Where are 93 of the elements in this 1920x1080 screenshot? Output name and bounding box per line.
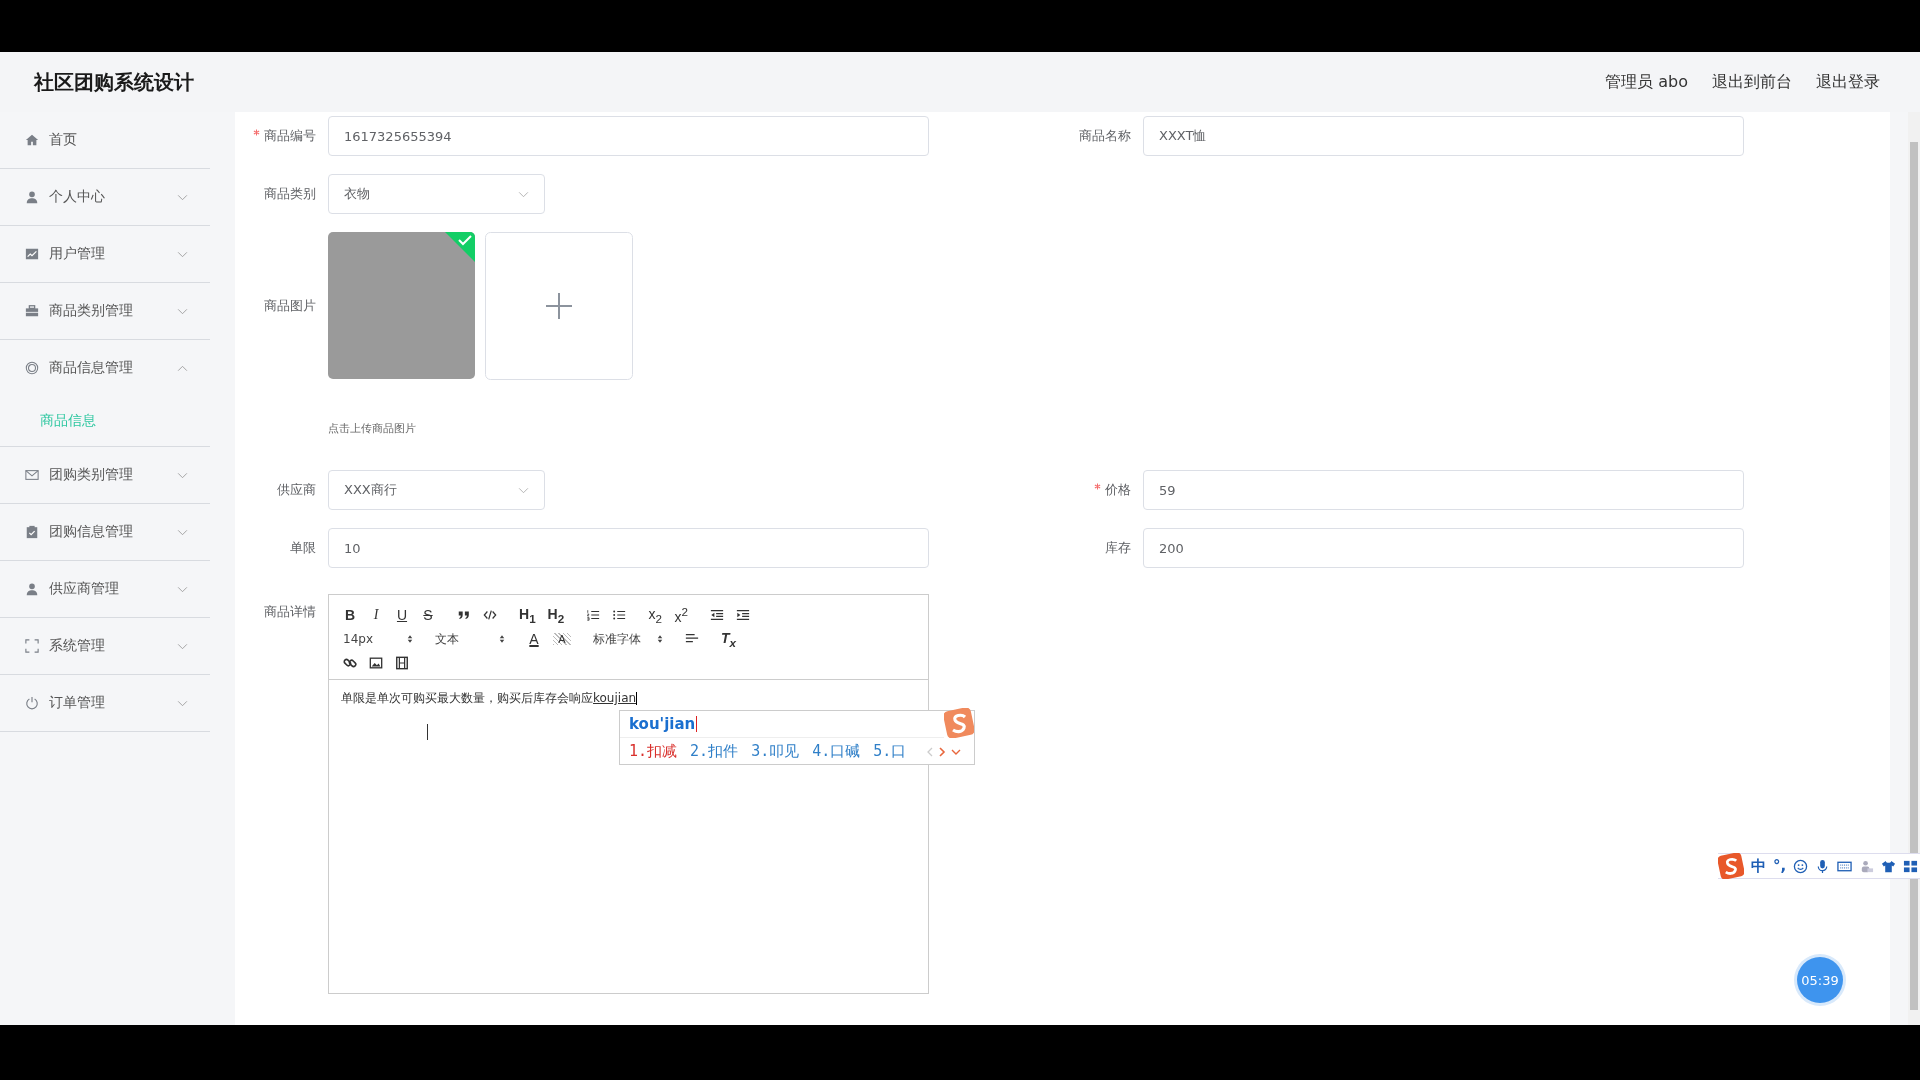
toolbar-select[interactable]: 14px xyxy=(343,632,413,646)
clean-button[interactable]: T$_{x}$ xyxy=(721,629,737,649)
select-field[interactable]: XXX商行 xyxy=(328,470,545,510)
app-title: 社区团购系统设计 xyxy=(34,68,194,96)
scrollbar[interactable] xyxy=(1908,112,1920,1025)
sidebar-item[interactable]: 首页 xyxy=(0,112,210,169)
code-icon[interactable] xyxy=(483,608,497,622)
underline-button[interactable]: U xyxy=(395,607,409,623)
indent-icon[interactable] xyxy=(736,608,751,622)
text-field[interactable]: XXXT恤 xyxy=(1143,116,1744,156)
chevron-down-icon xyxy=(177,250,188,258)
bold-button[interactable]: B xyxy=(343,607,357,623)
home-icon xyxy=(25,133,39,147)
h1-button[interactable]: H$_{1}$ xyxy=(519,605,536,625)
ring-icon xyxy=(25,361,39,375)
briefcase-icon xyxy=(25,304,39,318)
chevron-down-icon xyxy=(177,471,188,479)
strike-button[interactable]: S xyxy=(421,607,435,623)
text-field[interactable]: 10 xyxy=(328,528,929,568)
bullet-list-icon[interactable] xyxy=(612,608,627,622)
required-icon xyxy=(253,129,260,136)
chevron-up-icon xyxy=(177,364,188,372)
toolbar-select[interactable]: 文本 xyxy=(435,630,505,648)
user-icon xyxy=(25,190,39,204)
ime-mode[interactable]: 中 xyxy=(1751,856,1766,876)
chevron-down-icon xyxy=(177,642,188,650)
field-label: 商品名称 xyxy=(1078,127,1132,145)
sidebar-item[interactable]: 团购信息管理 xyxy=(0,504,210,561)
film-icon[interactable] xyxy=(395,656,409,670)
smiley-icon[interactable] xyxy=(1793,858,1809,874)
sub-button[interactable]: x$_{2}$ xyxy=(648,605,663,625)
sup-button[interactable]: x$^{2}$ xyxy=(674,605,689,625)
ime-candidate[interactable]: 5.口 xyxy=(873,742,907,761)
sidebar-item[interactable]: 商品信息管理 xyxy=(0,340,210,396)
chevron-down-icon xyxy=(518,190,529,198)
chevron-down-icon xyxy=(177,585,188,593)
sidebar-item[interactable]: 用户管理 xyxy=(0,226,210,283)
sidebar-item[interactable]: 个人中心 xyxy=(0,169,210,226)
ime-candidate[interactable]: 3.叩见 xyxy=(751,742,800,761)
header-link[interactable]: 退出到前台 xyxy=(1712,71,1792,93)
field-label: 商品图片 xyxy=(263,297,317,315)
up-down-icon xyxy=(657,634,663,644)
background-button[interactable]: A xyxy=(553,633,571,645)
ime-candidate[interactable]: 4.口碱 xyxy=(812,742,861,761)
chevron-down-icon xyxy=(177,699,188,707)
text-field[interactable]: 1617325655394 xyxy=(328,116,929,156)
field-label: 商品编号 xyxy=(235,116,328,156)
sidebar-item[interactable]: 系统管理 xyxy=(0,618,210,675)
chevron-down-icon xyxy=(177,307,188,315)
chevron-down-icon xyxy=(518,486,529,494)
sidebar-item[interactable]: 团购类别管理 xyxy=(0,447,210,504)
ime-candidate[interactable]: 2.扣件 xyxy=(690,742,739,761)
text-field[interactable]: 59 xyxy=(1143,470,1744,510)
user-icon xyxy=(25,582,39,596)
numbered-list-icon[interactable] xyxy=(586,608,601,622)
shirt-icon[interactable] xyxy=(1881,858,1897,874)
field-label: 单限 xyxy=(289,539,317,557)
field-label: 商品详情 xyxy=(263,603,317,621)
grid-icon[interactable] xyxy=(1903,858,1919,874)
outdent-icon[interactable] xyxy=(710,608,725,622)
color-button[interactable]: A xyxy=(527,631,541,647)
sidebar-item[interactable]: 商品类别管理 xyxy=(0,283,210,340)
chart-icon xyxy=(25,247,39,261)
select-field[interactable]: 衣物 xyxy=(328,174,545,214)
italic-button[interactable]: I xyxy=(369,607,383,623)
sidebar-item[interactable]: 订单管理 xyxy=(0,675,210,732)
upload-hint: 点击上传商品图片 xyxy=(328,421,417,436)
field-label: 价格 xyxy=(1050,470,1143,510)
envelope-icon xyxy=(25,468,39,482)
up-down-icon xyxy=(499,634,505,644)
image-icon[interactable] xyxy=(369,656,383,670)
editor-text: 单限是单次可购买最大数量，购买后库存会响应koujian xyxy=(341,691,637,705)
sidebar-item[interactable]: 供应商管理 xyxy=(0,561,210,618)
header-link[interactable]: 管理员 abo xyxy=(1605,71,1688,93)
ime-punctuation[interactable]: °, xyxy=(1773,857,1787,875)
field-label: 商品类别 xyxy=(263,185,317,203)
ime-logo-icon xyxy=(944,708,974,738)
chevron-down-icon xyxy=(177,528,188,536)
chevron-down-icon xyxy=(177,193,188,201)
link-icon[interactable] xyxy=(343,656,357,670)
up-down-icon xyxy=(407,634,413,644)
field-label: 库存 xyxy=(1104,539,1132,557)
clipboard-icon xyxy=(25,525,39,539)
ime-composition-text: kou'jian xyxy=(629,715,696,733)
ime-candidate[interactable]: 1.扣减 xyxy=(629,742,678,761)
required-icon xyxy=(1094,483,1101,490)
text-field[interactable]: 200 xyxy=(1143,528,1744,568)
frame-icon xyxy=(25,639,39,653)
header-link[interactable]: 退出登录 xyxy=(1816,71,1880,93)
power-icon xyxy=(25,696,39,710)
field-label: 供应商 xyxy=(276,481,317,499)
toolbar-select[interactable]: 标准字体 xyxy=(593,630,663,648)
h2-button[interactable]: H$_{2}$ xyxy=(547,605,565,625)
